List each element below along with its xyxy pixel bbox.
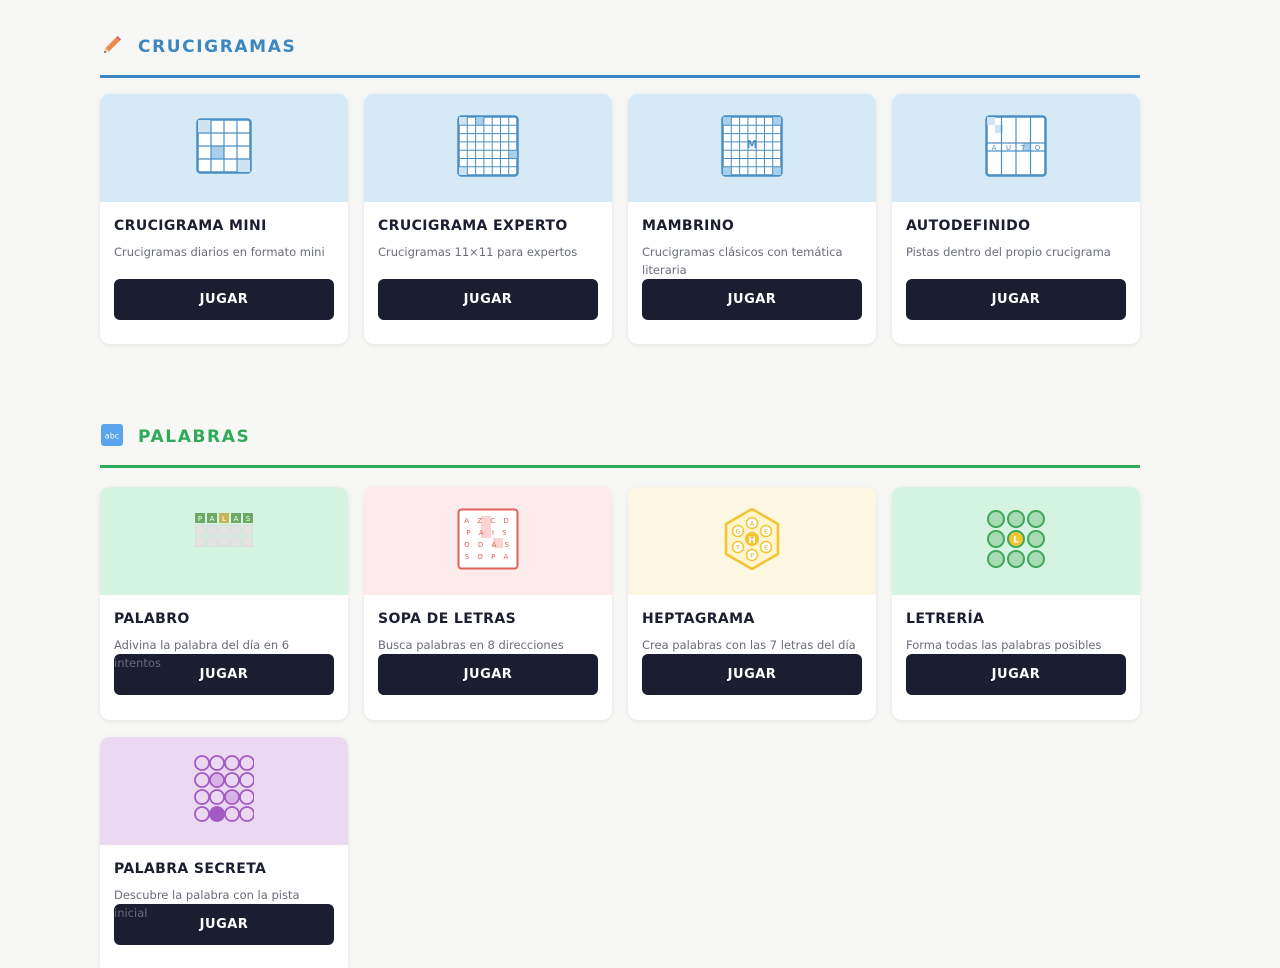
section-header-crucigramas: CRUCIGRAMAS [100,0,1140,78]
word-search-row: P A I S [466,529,509,537]
mambrino-grid-icon: M [721,115,783,181]
card-title: LETRERÍA [906,611,985,627]
letreria-center-letter: L [1013,536,1019,546]
heptagram-letter: E [764,545,768,552]
card-thumbnail: A Z C D P A I S O D A S S O P A [364,487,612,595]
palabro-letter: S [246,515,251,523]
hexagon-letters-icon: H A E E P T G [722,507,782,575]
play-button[interactable]: JUGAR [906,279,1126,320]
game-card-sopa-de-letras[interactable]: A Z C D P A I S O D A S S O P A SOPA DE … [364,487,612,720]
autodefinido-letter: A [992,144,997,152]
card-description: Crucigramas clásicos con temática litera… [642,245,843,277]
pencil-icon [100,33,124,57]
game-card-palabra-secreta[interactable]: PALABRA SECRETA Descubre la palabra con … [100,737,348,968]
palabro-letter: P [198,515,202,523]
play-button[interactable]: JUGAR [378,279,598,320]
card-description: Forma todas las palabras posibles [906,638,1102,652]
section-crucigramas: CRUCIGRAMAS [100,0,1140,78]
card-description: Descubre la palabra con la pista inicial [114,888,300,920]
expert-grid-icon [457,115,519,181]
heptagram-letter: E [764,529,768,536]
game-card-palabro[interactable]: P A L A S PALABRO Adivina la palabra del… [100,487,348,720]
card-thumbnail: M [628,94,876,202]
palabro-letter: A [210,515,215,523]
autodefinido-letter: U [1006,144,1011,152]
secret-circles-icon [194,755,255,827]
autodefinido-grid-icon: A U T O [985,115,1047,181]
autodefinido-letter: T [1020,144,1026,152]
palabro-letter: A [234,515,239,523]
word-search-row: A Z C D [464,517,512,525]
card-title: MAMBRINO [642,218,735,234]
play-button[interactable]: JUGAR [642,654,862,695]
section-header-palabras: abc PALABRAS [100,390,1140,468]
card-description: Pistas dentro del propio crucigrama [906,245,1111,259]
palabro-letter: L [222,515,226,523]
card-title: PALABRA SECRETA [114,861,267,877]
word-search-row: O D A S [464,541,512,549]
card-thumbnail [364,94,612,202]
card-title: CRUCIGRAMA MINI [114,218,267,234]
game-card-crucigrama-experto[interactable]: CRUCIGRAMA EXPERTO Crucigramas 11×11 par… [364,94,612,344]
word-search-icon: A Z C D P A I S O D A S S O P A [457,508,519,574]
card-title: HEPTAGRAMA [642,611,755,627]
card-thumbnail: L [892,487,1140,595]
game-card-letreria[interactable]: L LETRERÍA Forma todas las palabras posi… [892,487,1140,720]
abc-icon: abc [100,423,124,447]
palabro-tiles-icon: P A L A S [194,512,254,551]
card-description: Crucigramas diarios en formato mini [114,245,325,259]
heptagram-letter: P [750,553,754,560]
heptagram-letter: T [735,545,740,552]
section-palabras: abc PALABRAS [100,390,1140,468]
card-thumbnail: P A L A S [100,487,348,595]
circle-grid-icon: L [986,509,1046,573]
card-title: AUTODEFINIDO [906,218,1031,234]
card-thumbnail [100,737,348,845]
word-search-row: S O P A [465,553,512,561]
card-thumbnail: H A E E P T G [628,487,876,595]
autodefinido-letter: O [1035,144,1041,152]
play-button[interactable]: JUGAR [378,654,598,695]
mambrino-letter: M [747,138,758,151]
section-title: CRUCIGRAMAS [138,37,297,57]
card-description: Crucigramas 11×11 para expertos [378,245,578,259]
game-card-heptagrama[interactable]: H A E E P T G H EPTAGRAMA Crea palabras c… [628,487,876,720]
card-description: Adivina la palabra del día en 6 intentos [114,638,290,670]
card-title: CRUCIGRAMA EXPERTO [378,218,568,234]
game-card-mambrino[interactable]: M MAMBRINO Crucigramas clásicos con temá… [628,94,876,344]
game-card-crucigrama-mini[interactable]: CRUCIGRAMA MINI Crucigramas diarios en f… [100,94,348,344]
heptagram-letter: G [736,529,741,536]
game-card-autodefinido[interactable]: A U T O AUTODEFINIDO Pistas dentro del p… [892,94,1140,344]
section-title: PALABRAS [138,427,251,447]
heptagram-center-letter: H [748,536,756,546]
card-description: Crea palabras con las 7 letras del día [642,638,856,652]
card-thumbnail [100,94,348,202]
card-description: Busca palabras en 8 direcciones [378,638,564,652]
play-button[interactable]: JUGAR [642,279,862,320]
mini-grid-icon [196,118,252,178]
card-title: SOPA DE LETRAS [378,611,517,627]
abc-icon-label: abc [105,432,119,441]
card-thumbnail: A U T O [892,94,1140,202]
play-button[interactable]: JUGAR [114,279,334,320]
play-button[interactable]: JUGAR [906,654,1126,695]
card-title: PALABRO [114,611,190,627]
